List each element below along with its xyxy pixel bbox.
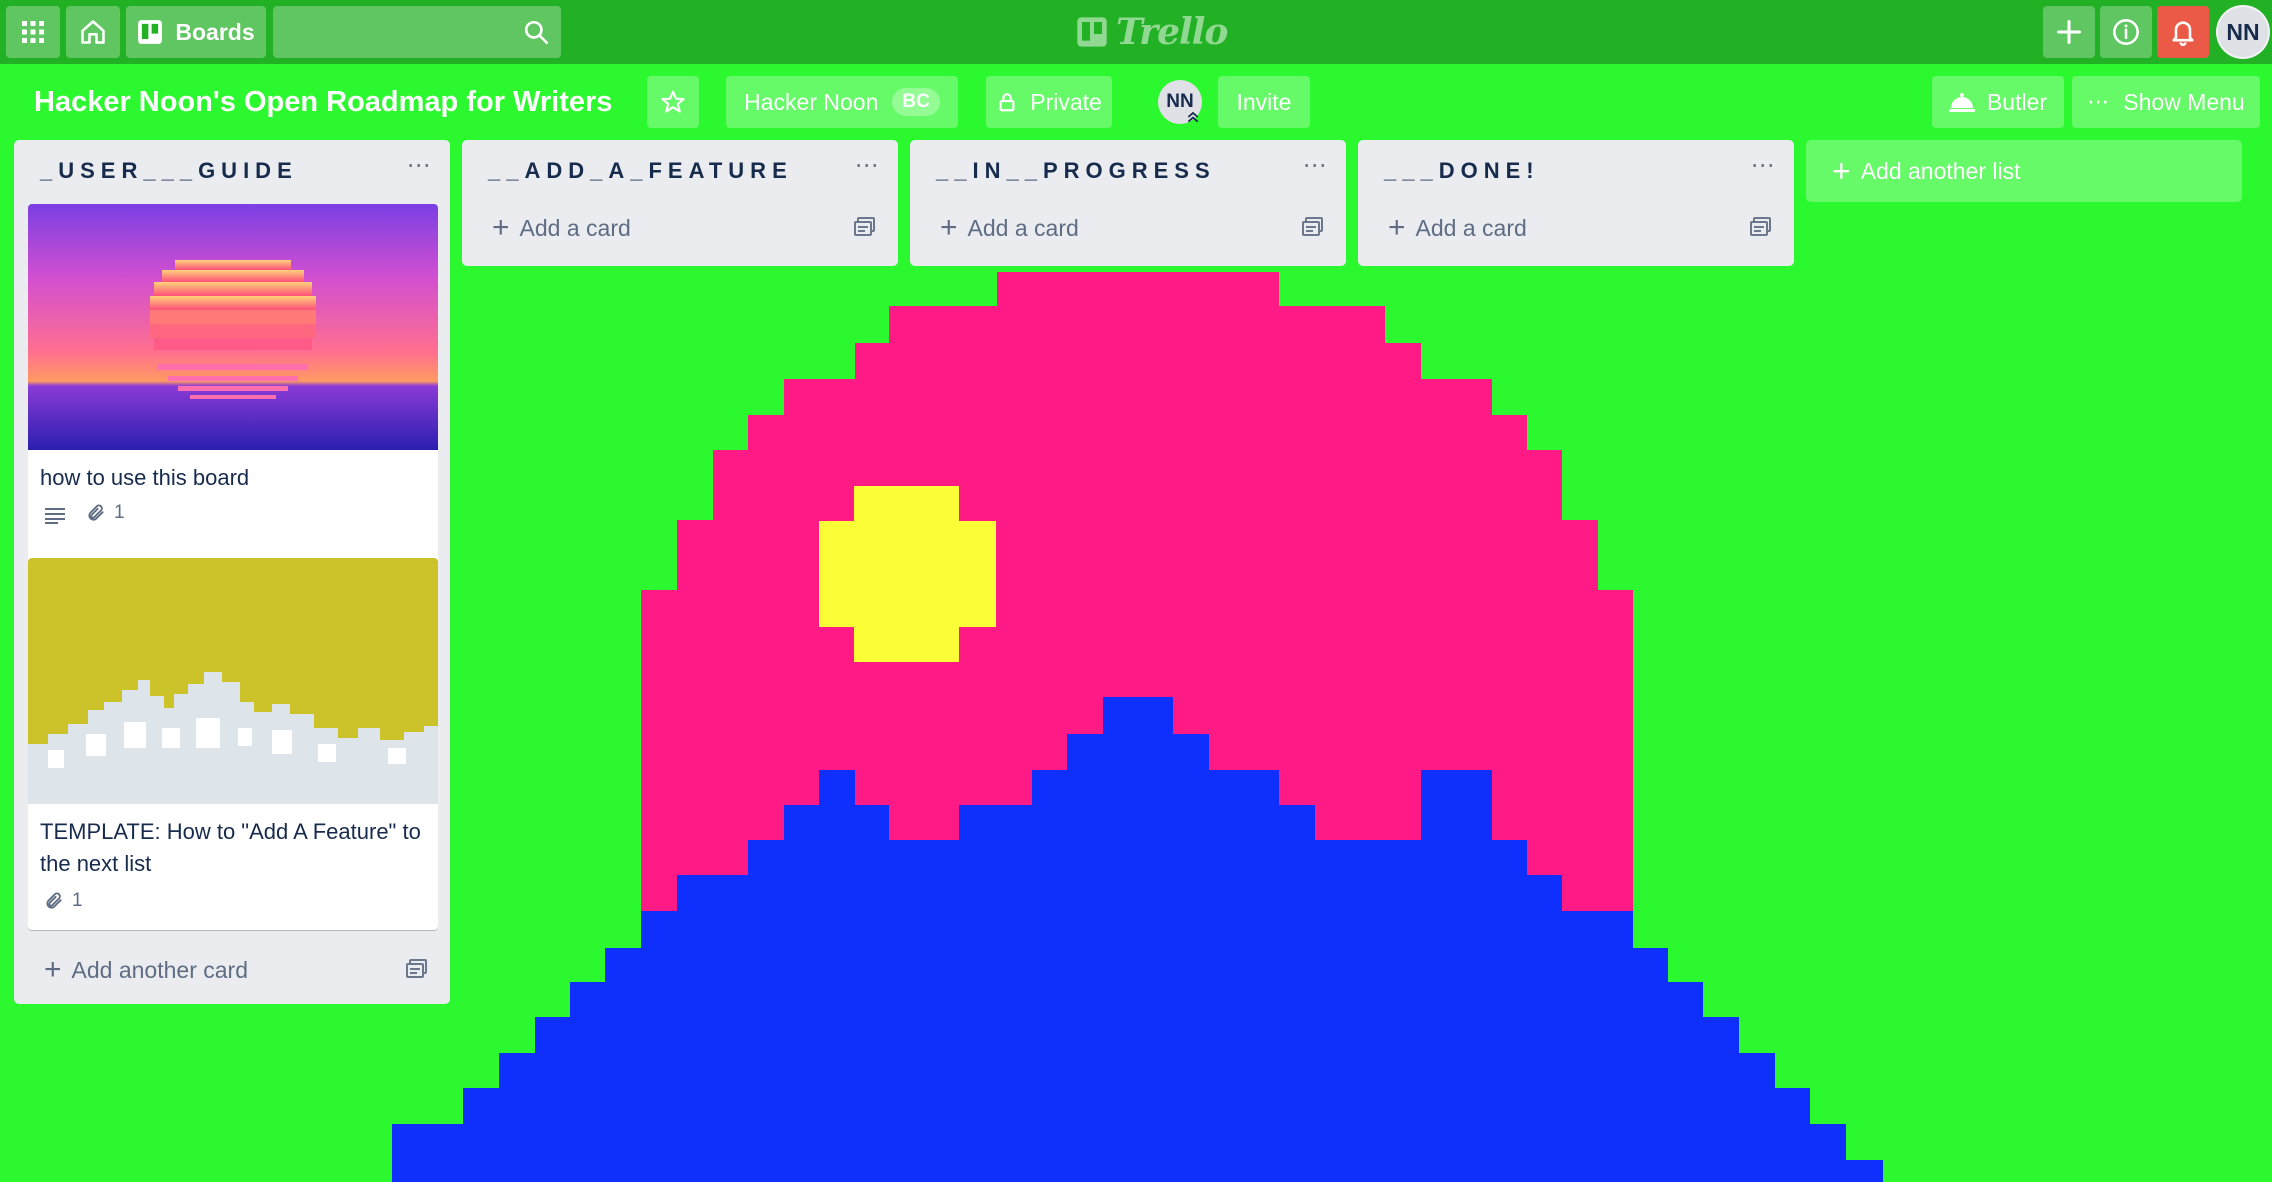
- card-cover-mountains: [28, 558, 438, 804]
- add-card-label: Add a card: [967, 214, 1079, 241]
- star-icon: [661, 90, 685, 113]
- create-button[interactable]: [2043, 6, 2095, 58]
- list-menu-button[interactable]: ⋯: [1300, 154, 1330, 184]
- plus-icon: +: [492, 211, 510, 244]
- add-card-label: Add another card: [71, 956, 248, 983]
- attachment-count: 1: [72, 890, 83, 911]
- butler-button[interactable]: Butler: [1932, 76, 2064, 128]
- butler-icon: [1948, 93, 1975, 112]
- team-name: Hacker Noon: [744, 88, 879, 115]
- list-title[interactable]: ___DONE!: [1384, 158, 1540, 184]
- visibility-label: Private: [1030, 88, 1102, 115]
- admin-chevron-icon: [1187, 111, 1199, 123]
- plus-icon: [2056, 19, 2082, 45]
- paperclip-icon: [88, 504, 104, 521]
- list-in-progress[interactable]: __IN__PROGRESS ⋯ + Add a card: [910, 140, 1346, 266]
- board-title[interactable]: Hacker Noon's Open Roadmap for Writers: [20, 76, 626, 128]
- search-box[interactable]: [273, 6, 561, 58]
- show-menu-label: Show Menu: [2123, 88, 2245, 115]
- info-icon: [2113, 19, 2139, 45]
- board-header: Hacker Noon's Open Roadmap for Writers H…: [0, 64, 2272, 140]
- add-card-button[interactable]: + Add a card: [492, 210, 631, 246]
- attachment-badge: 1: [86, 502, 125, 524]
- description-icon: [45, 508, 65, 524]
- card-template-icon[interactable]: [406, 958, 428, 980]
- top-navigation-bar: Boards Trello NN: [0, 0, 2272, 64]
- list-add-a-feature[interactable]: __ADD_A_FEATURE ⋯ + Add a card: [462, 140, 898, 266]
- plus-icon: +: [1832, 153, 1851, 189]
- card-template-icon[interactable]: [1302, 216, 1324, 238]
- card-title: how to use this board: [40, 465, 250, 490]
- plus-icon: +: [1388, 211, 1406, 244]
- star-button[interactable]: [647, 76, 699, 128]
- team-button[interactable]: Hacker Noon BC: [726, 76, 958, 128]
- invite-button[interactable]: Invite: [1218, 76, 1310, 128]
- add-card-button[interactable]: + Add a card: [1388, 210, 1527, 246]
- boards-button[interactable]: Boards: [126, 6, 266, 58]
- list-menu-button[interactable]: ⋯: [404, 154, 434, 184]
- bell-icon: [2172, 21, 2194, 46]
- search-input[interactable]: [273, 6, 531, 58]
- paperclip-icon: [46, 892, 62, 909]
- boards-icon: [138, 20, 163, 44]
- card-title: TEMPLATE: How to "Add A Feature" to the …: [40, 819, 421, 876]
- visibility-button[interactable]: Private: [986, 76, 1112, 128]
- card-template-icon[interactable]: [1750, 216, 1772, 238]
- apps-grid-button[interactable]: [6, 6, 60, 58]
- add-card-button[interactable]: + Add another card: [44, 952, 248, 988]
- card-cover-sunset: [28, 204, 438, 450]
- trello-logo-icon: [1077, 17, 1107, 47]
- search-icon[interactable]: [523, 19, 549, 45]
- list-menu-button[interactable]: ⋯: [852, 154, 882, 184]
- apps-grid-icon: [22, 21, 44, 43]
- card-template-icon[interactable]: [854, 216, 876, 238]
- lock-icon: [999, 93, 1015, 112]
- card-template-add-feature[interactable]: TEMPLATE: How to "Add A Feature" to the …: [28, 558, 438, 930]
- home-button[interactable]: [66, 6, 120, 58]
- butler-label: Butler: [1986, 88, 2048, 115]
- boards-label: Boards: [175, 18, 255, 45]
- add-card-label: Add a card: [519, 214, 631, 241]
- plus-icon: +: [44, 953, 62, 986]
- plus-icon: +: [940, 211, 958, 244]
- list-title[interactable]: _USER___GUIDE: [40, 158, 298, 184]
- add-card-label: Add a card: [1415, 214, 1527, 241]
- list-title[interactable]: __ADD_A_FEATURE: [488, 158, 793, 184]
- more-dots-icon: ⋯: [2087, 89, 2110, 114]
- info-button[interactable]: [2100, 6, 2152, 58]
- add-list-label: Add another list: [1860, 157, 2021, 184]
- background-blue-mountain: [392, 697, 1883, 1182]
- list-user-guide[interactable]: _USER___GUIDE ⋯ how to use this board 1 …: [14, 140, 450, 1004]
- home-icon: [81, 20, 105, 44]
- team-badge: BC: [892, 88, 940, 116]
- trello-logo-text: Trello: [1116, 11, 1228, 53]
- list-title[interactable]: __IN__PROGRESS: [936, 158, 1216, 184]
- trello-logo[interactable]: Trello: [1076, 10, 1228, 54]
- list-menu-button[interactable]: ⋯: [1748, 154, 1778, 184]
- list-done[interactable]: ___DONE! ⋯ + Add a card: [1358, 140, 1794, 266]
- show-menu-button[interactable]: ⋯ Show Menu: [2072, 76, 2260, 128]
- notifications-button[interactable]: [2157, 6, 2209, 58]
- add-another-list-button[interactable]: + Add another list: [1806, 140, 2242, 202]
- user-avatar[interactable]: NN: [2216, 5, 2270, 59]
- attachment-count: 1: [114, 502, 125, 523]
- add-card-button[interactable]: + Add a card: [940, 210, 1079, 246]
- attachment-badge: 1: [44, 890, 83, 912]
